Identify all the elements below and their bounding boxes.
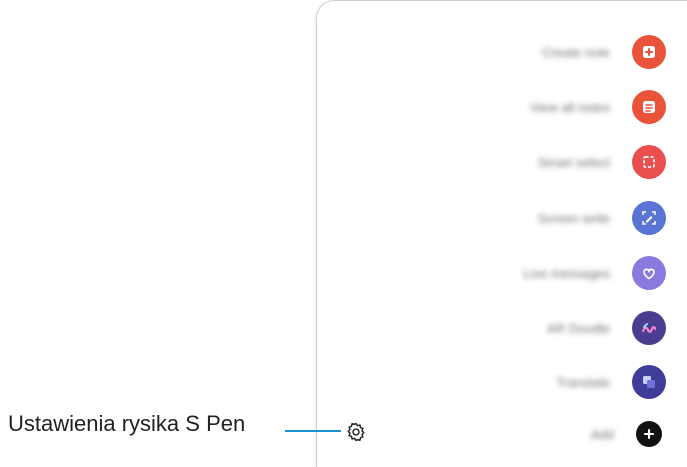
create-note-label: Create note — [542, 44, 610, 60]
menu-item-ar-doodle[interactable]: AR Doodle — [317, 304, 687, 352]
menu-item-smart-select[interactable]: Smart select — [317, 138, 687, 186]
menu-item-create-note[interactable]: Create note — [317, 28, 687, 76]
air-command-panel: Create note View all notes Smart select … — [316, 0, 687, 467]
create-note-icon — [632, 35, 666, 69]
menu-item-view-all-notes[interactable]: View all notes — [317, 83, 687, 131]
live-messages-icon — [632, 256, 666, 290]
screen-write-label: Screen write — [537, 210, 610, 226]
add-icon — [636, 421, 662, 447]
callout-line — [285, 430, 341, 432]
menu-item-translate[interactable]: Translate — [317, 358, 687, 406]
live-messages-label: Live messages — [523, 265, 610, 281]
menu-item-add[interactable]: Add — [317, 410, 687, 458]
ar-doodle-label: AR Doodle — [547, 320, 610, 336]
smart-select-label: Smart select — [537, 154, 610, 170]
screen-write-icon — [632, 201, 666, 235]
ar-doodle-icon — [632, 311, 666, 345]
translate-icon — [632, 365, 666, 399]
s-pen-settings-callout-label: Ustawienia rysika S Pen — [8, 411, 246, 436]
view-notes-icon — [632, 90, 666, 124]
menu-item-screen-write[interactable]: Screen write — [317, 194, 687, 242]
view-all-notes-label: View all notes — [530, 99, 610, 115]
gear-icon[interactable] — [344, 420, 368, 444]
add-label: Add — [590, 426, 614, 442]
translate-label: Translate — [556, 374, 610, 390]
menu-item-live-messages[interactable]: Live messages — [317, 249, 687, 297]
smart-select-icon — [632, 145, 666, 179]
